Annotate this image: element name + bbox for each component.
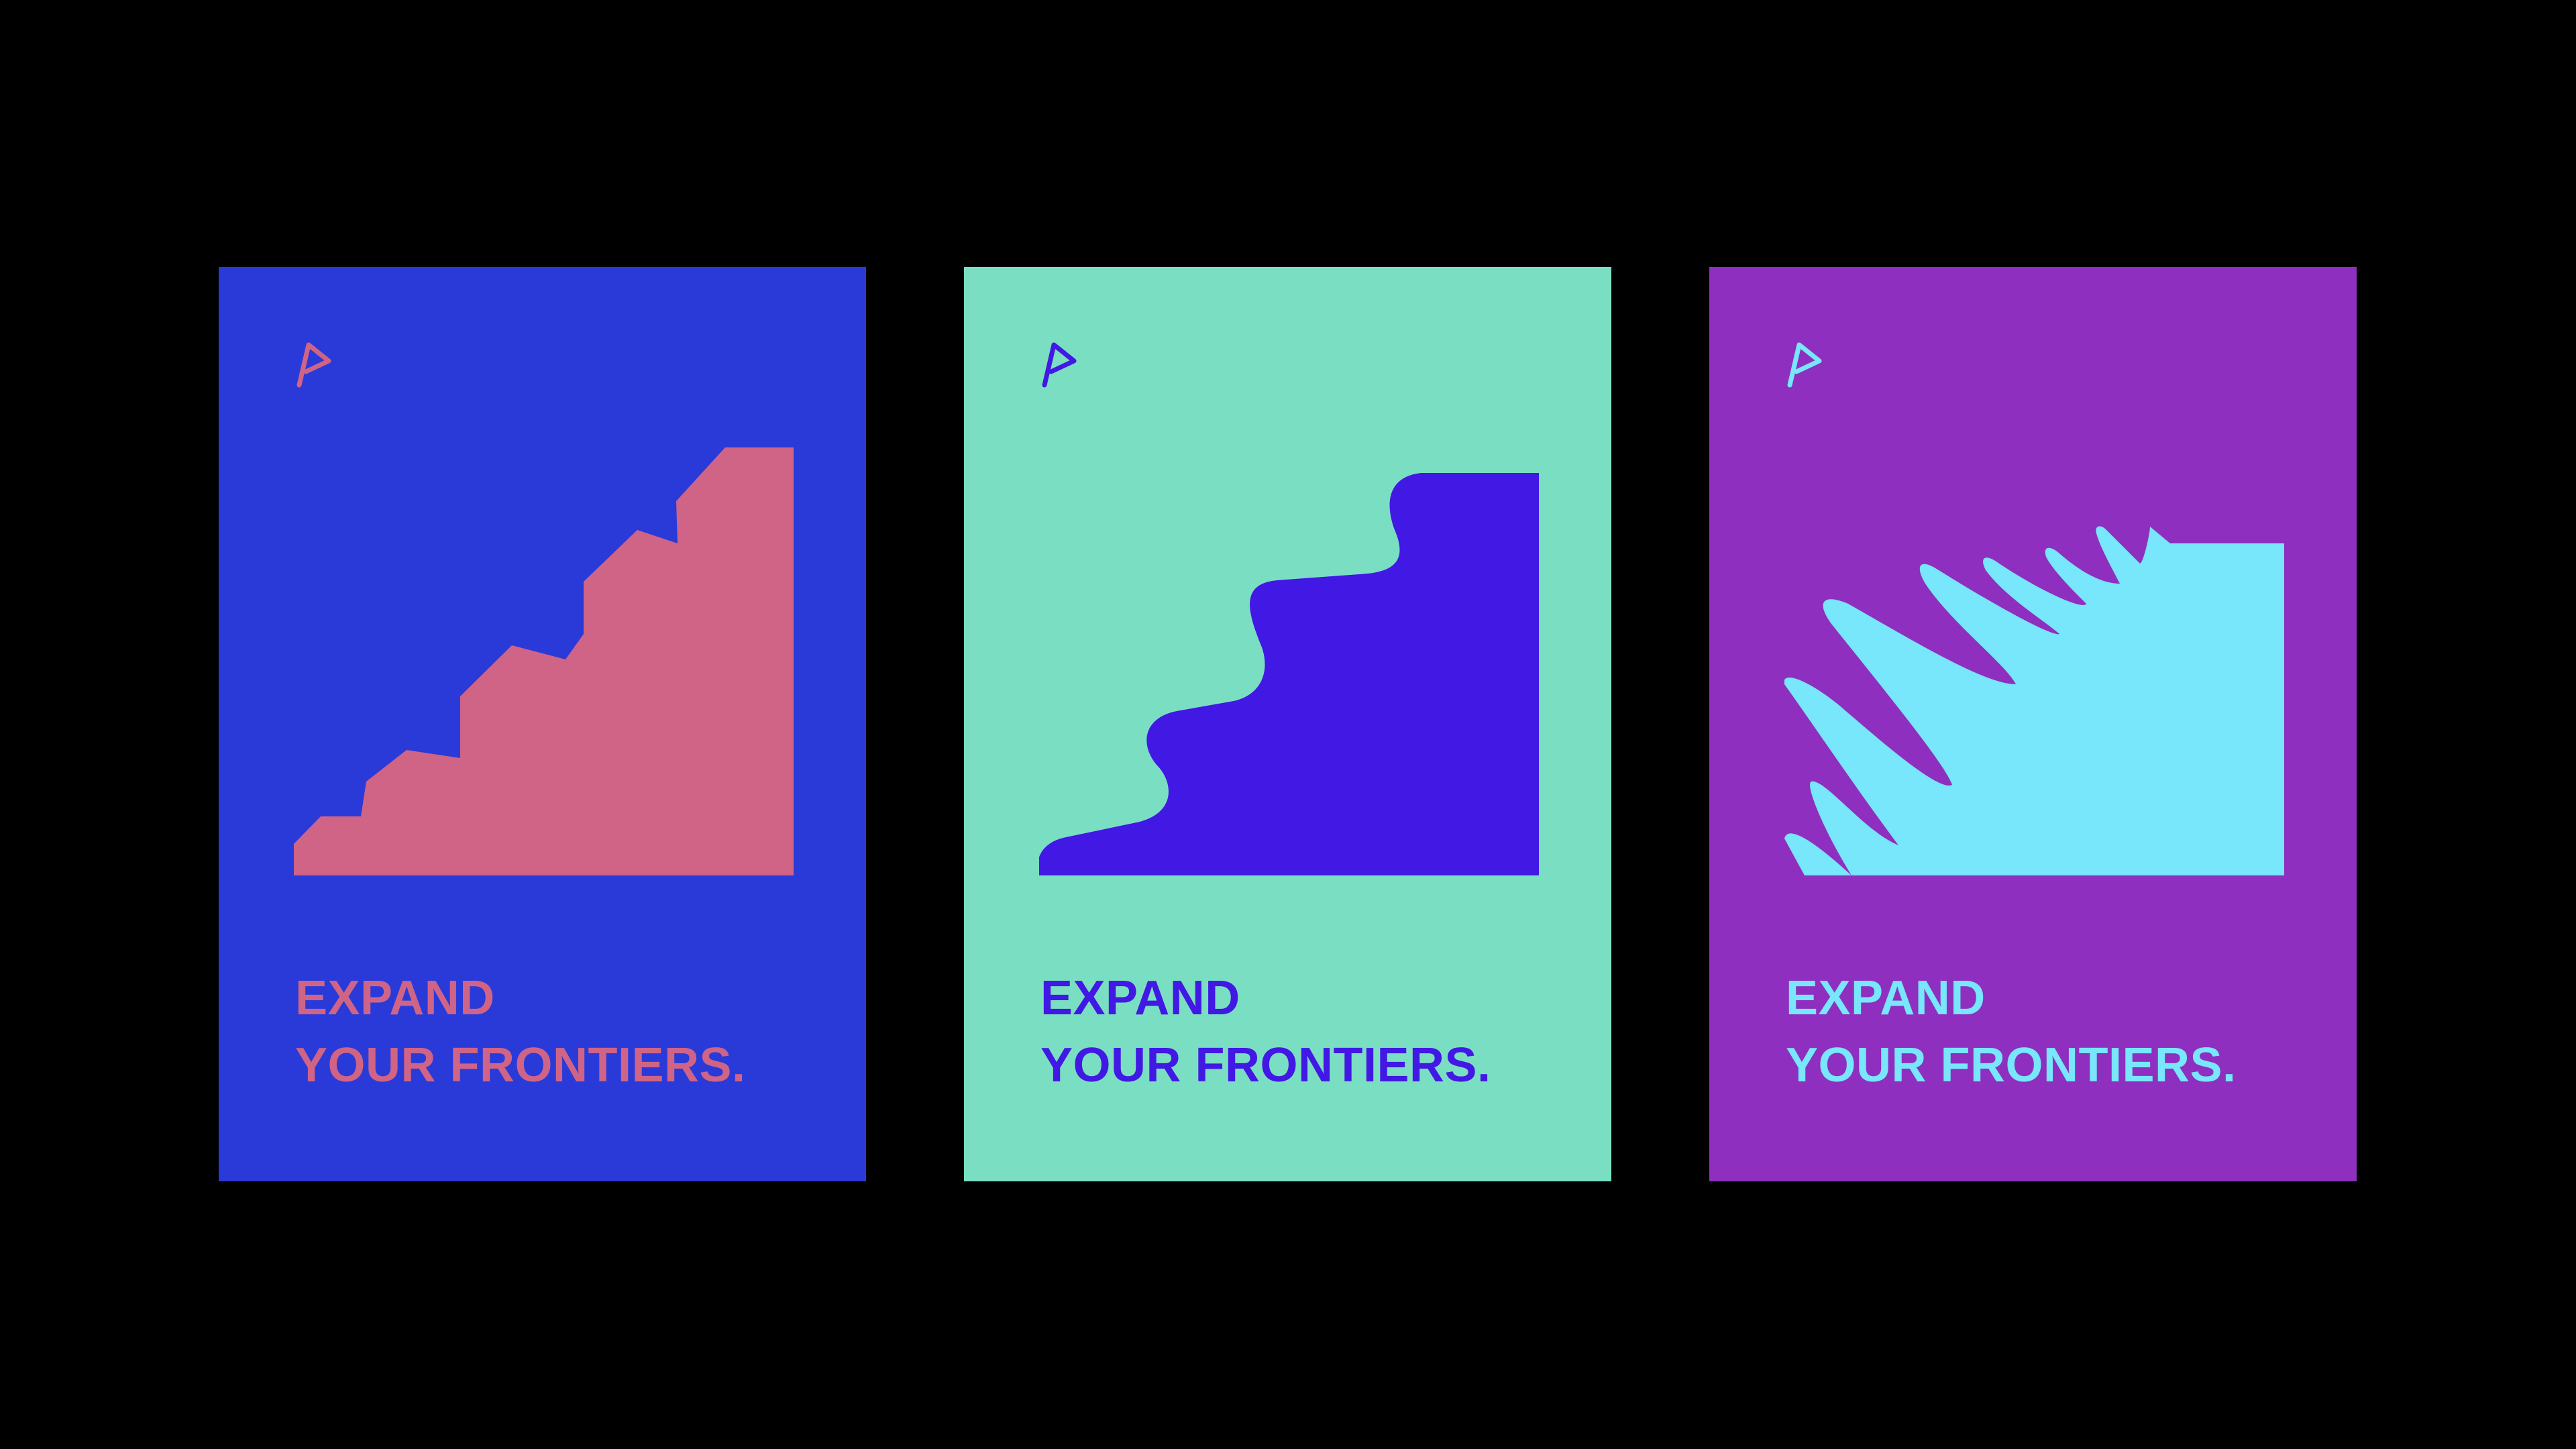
poster-showcase: EXPAND YOUR FRONTIERS. EXPAND YOUR FRONT…	[0, 0, 2576, 1449]
headline-line-1: EXPAND	[1040, 971, 1240, 1025]
spiky-burst-illustration	[1784, 402, 2284, 875]
poster-wavy: EXPAND YOUR FRONTIERS.	[964, 267, 1611, 1181]
flag-icon	[292, 341, 339, 388]
headline-line-2: YOUR FRONTIERS.	[1786, 1038, 2237, 1092]
staircase-illustration	[294, 402, 794, 875]
poster-headline: EXPAND YOUR FRONTIERS.	[295, 965, 746, 1099]
poster-spiky: EXPAND YOUR FRONTIERS.	[1709, 267, 2357, 1181]
poster-headline: EXPAND YOUR FRONTIERS.	[1786, 965, 2237, 1099]
poster-headline: EXPAND YOUR FRONTIERS.	[1040, 965, 1491, 1099]
headline-line-1: EXPAND	[295, 971, 495, 1025]
headline-line-2: YOUR FRONTIERS.	[1040, 1038, 1491, 1092]
headline-line-2: YOUR FRONTIERS.	[295, 1038, 746, 1092]
flag-icon	[1783, 341, 1830, 388]
poster-staircase: EXPAND YOUR FRONTIERS.	[219, 267, 866, 1181]
flag-icon	[1038, 341, 1085, 388]
headline-line-1: EXPAND	[1786, 971, 1986, 1025]
wavy-steps-illustration	[1039, 402, 1539, 875]
